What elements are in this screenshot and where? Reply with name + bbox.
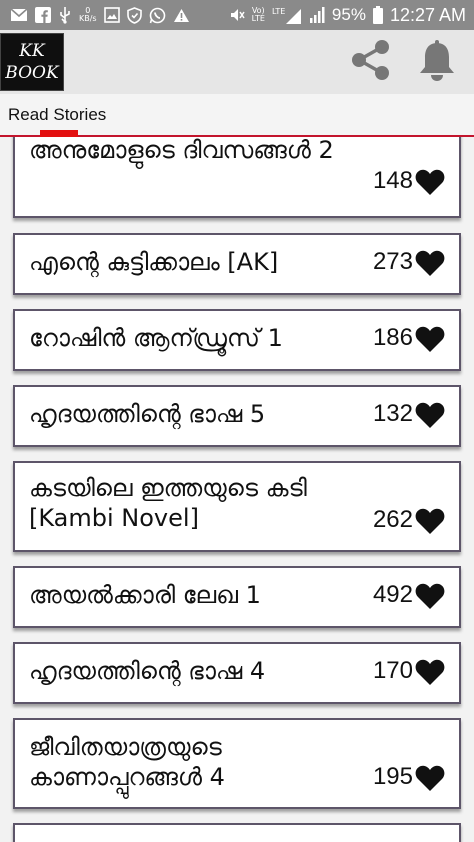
- status-bar-system: Vo) LTE LTE 95% 12:27 AM: [229, 5, 466, 26]
- usb-icon: [58, 6, 72, 24]
- like-count: 170: [372, 657, 413, 684]
- story-card-partial[interactable]: [13, 823, 461, 842]
- notifications-button[interactable]: [414, 39, 460, 85]
- heart-icon[interactable]: [415, 764, 445, 792]
- app-bar: KK BOOK: [0, 30, 474, 94]
- bell-icon: [417, 38, 457, 86]
- network-speed: 0 KB/s: [79, 6, 97, 23]
- like-count: 262: [372, 506, 413, 533]
- like-count: 195: [372, 763, 413, 790]
- battery-icon: [372, 6, 383, 24]
- tab-indicator: [40, 130, 78, 137]
- heart-icon[interactable]: [415, 249, 445, 277]
- heart-icon[interactable]: [415, 325, 445, 353]
- story-card[interactable]: അയൽക്കാരി ലേഖ 1 492: [13, 566, 461, 628]
- stories-list[interactable]: അനുമോളുടെ ദിവസങ്ങൾ 2 148 എന്റെ കുട്ടിക്ക…: [0, 137, 474, 842]
- tab-bar: Read Stories: [0, 94, 474, 137]
- like-count: 148: [372, 167, 413, 194]
- story-card[interactable]: റോഷിൻ ആന്ഡ്രൂസ് 1 186: [13, 309, 461, 371]
- gallery-icon: [103, 7, 120, 23]
- story-title: കടയിലെ ഇത്തയുടെ കടി [Kambi Novel]: [29, 474, 307, 532]
- heart-icon[interactable]: [415, 401, 445, 429]
- heart-icon[interactable]: [415, 658, 445, 686]
- like-count: 273: [372, 248, 413, 275]
- app-actions: [348, 39, 460, 85]
- story-card[interactable]: ഹൃദയത്തിന്റെ ഭാഷ 5 132: [13, 385, 461, 447]
- like-count: 132: [372, 400, 413, 427]
- heart-icon[interactable]: [415, 168, 445, 196]
- story-card[interactable]: എന്റെ കുട്ടിക്കാലം [AK] 273: [13, 233, 461, 295]
- signal-bars-icon: [309, 6, 325, 24]
- tab-label: Read Stories: [8, 104, 107, 124]
- heart-icon[interactable]: [415, 582, 445, 610]
- story-title: ഹൃദയത്തിന്റെ ഭാഷ 4: [29, 657, 266, 685]
- email-icon: [10, 8, 28, 22]
- tab-read-stories[interactable]: Read Stories: [0, 94, 114, 135]
- whatsapp-icon: [149, 7, 166, 24]
- warning-icon: [173, 8, 190, 23]
- story-card[interactable]: അനുമോളുടെ ദിവസങ്ങൾ 2 148: [13, 137, 461, 218]
- status-bar-notifications: 0 KB/s: [10, 6, 190, 24]
- story-title: റോഷിൻ ആന്ഡ്രൂസ് 1: [29, 324, 283, 352]
- story-card[interactable]: കടയിലെ ഇത്തയുടെ കടി [Kambi Novel] 262: [13, 461, 461, 552]
- battery-percent: 95%: [331, 5, 366, 24]
- story-card[interactable]: ഹൃദയത്തിന്റെ ഭാഷ 4 170: [13, 642, 461, 704]
- share-button[interactable]: [348, 39, 394, 85]
- heart-icon[interactable]: [415, 507, 445, 535]
- like-count: 492: [372, 581, 413, 608]
- story-title: ഹൃദയത്തിന്റെ ഭാഷ 5: [29, 400, 266, 428]
- shield-icon: [126, 6, 142, 24]
- volte-indicator: Vo) LTE: [251, 6, 265, 23]
- facebook-icon: [35, 7, 51, 23]
- clock: 12:27 AM: [389, 4, 466, 25]
- story-title: അനുമോളുടെ ദിവസങ്ങൾ 2: [29, 137, 334, 164]
- status-bar: 0 KB/s Vo) LTE LTE 95% 12:27 AM: [0, 0, 474, 30]
- logo-line-2: BOOK: [5, 63, 59, 83]
- logo-line-1: KK: [19, 41, 45, 61]
- story-title: അയൽക്കാരി ലേഖ 1: [29, 581, 261, 609]
- story-card[interactable]: ജീവിതയാത്രയുടെ കാണാപ്പുറങ്ങൾ 4 195: [13, 718, 461, 809]
- mute-icon: [229, 7, 245, 23]
- lte-signal-icon: LTE: [272, 5, 302, 25]
- like-count: 186: [372, 324, 413, 351]
- story-title: എന്റെ കുട്ടിക്കാലം [AK]: [29, 248, 279, 276]
- app-logo: KK BOOK: [0, 33, 64, 91]
- svg-text:LTE: LTE: [272, 7, 285, 16]
- share-icon: [349, 38, 393, 86]
- story-title: ജീവിതയാത്രയുടെ കാണാപ്പുറങ്ങൾ 4: [29, 733, 225, 791]
